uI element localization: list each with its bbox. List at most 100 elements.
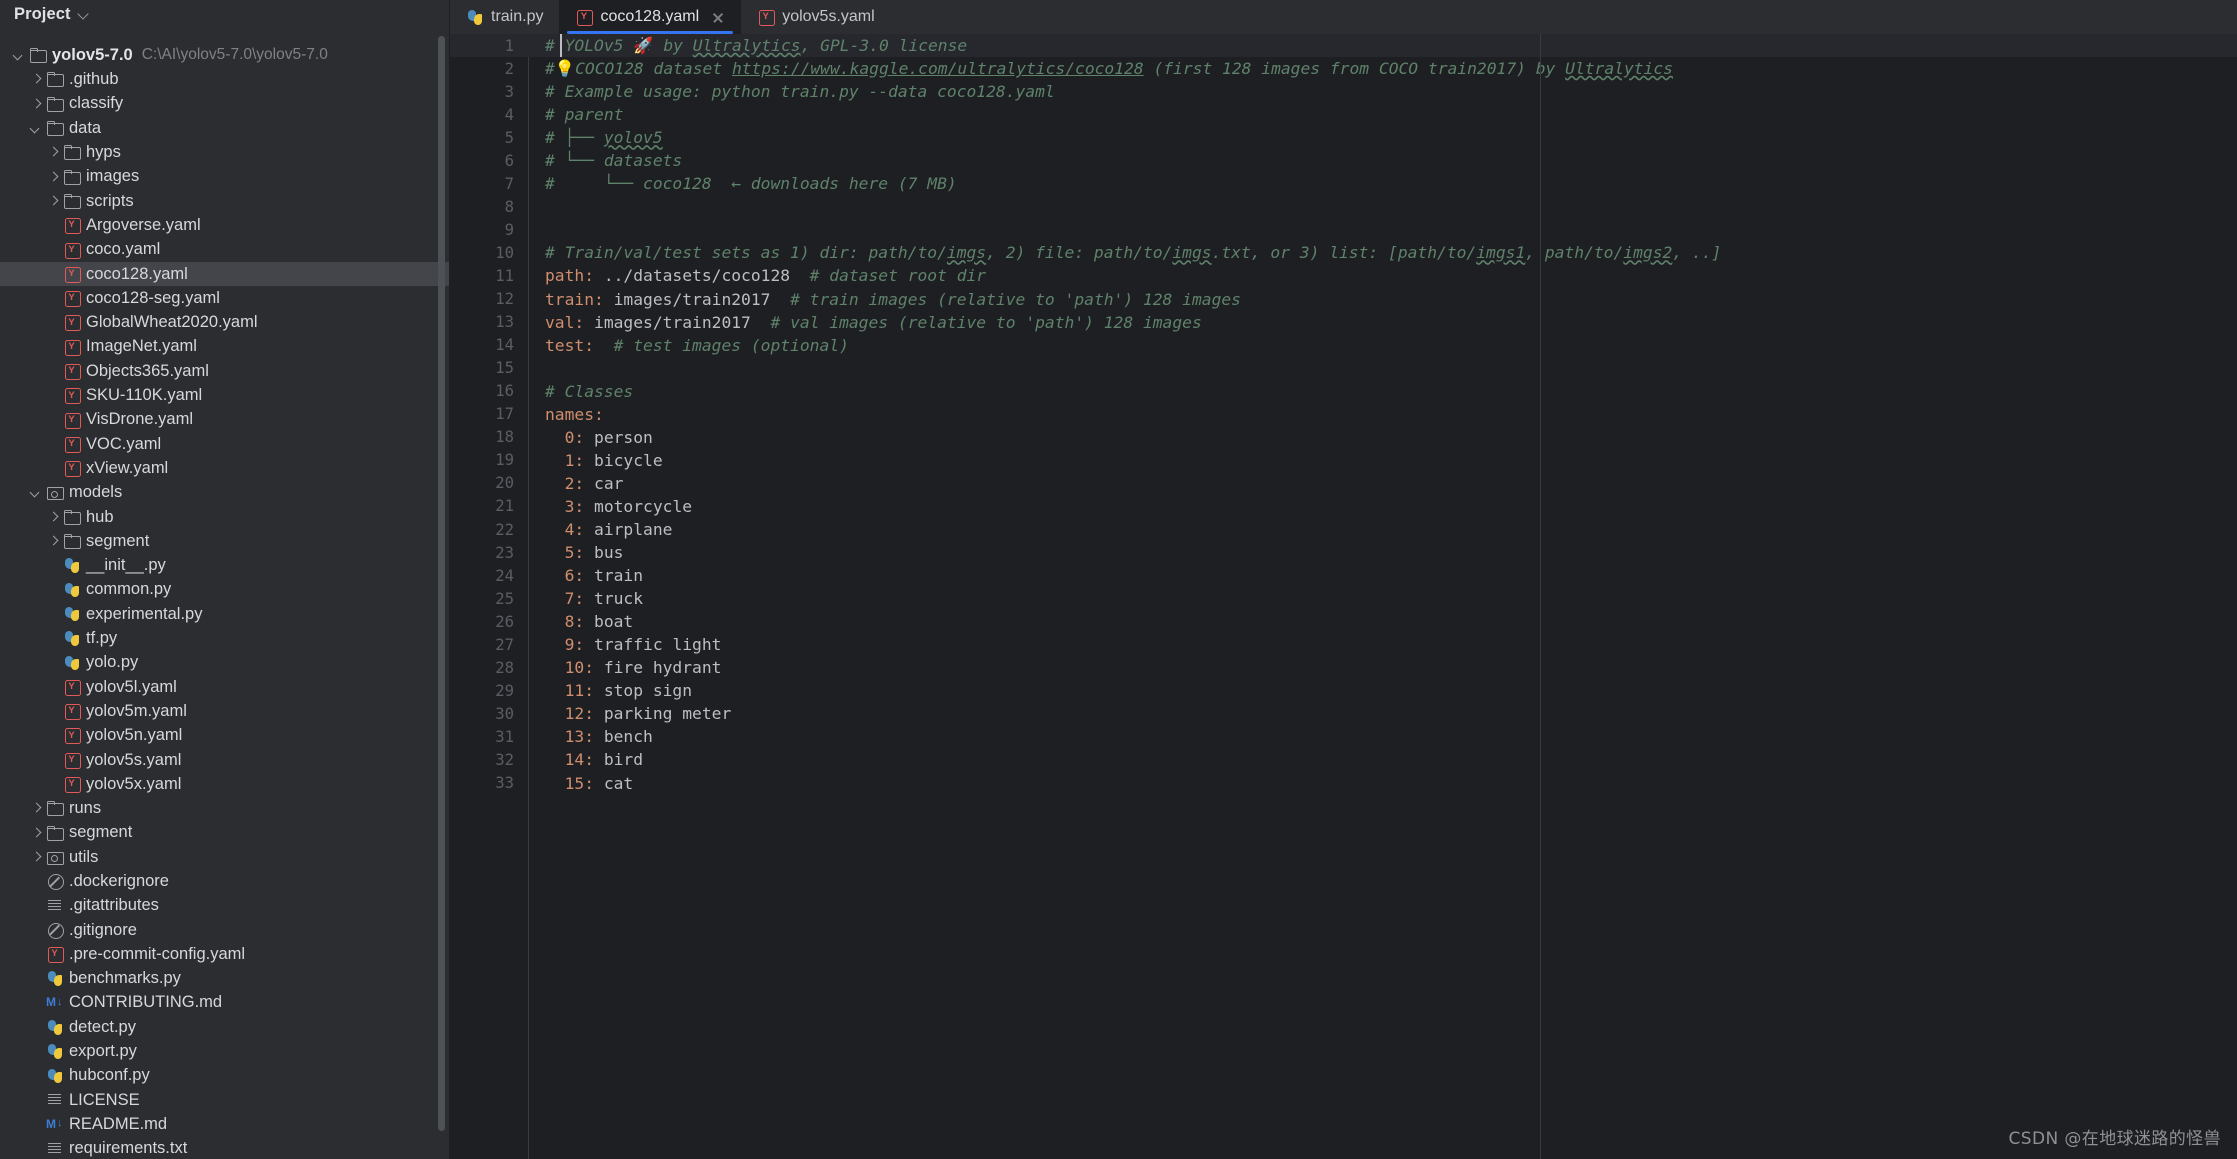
tree-row-coco128-yaml[interactable]: coco128.yaml [0, 261, 450, 286]
code-line[interactable]: 25 7: truck [450, 587, 2237, 610]
code-line[interactable]: 13 val: images/train2017 # val images (re… [450, 311, 2237, 334]
code-line[interactable]: 32 14: bird [450, 748, 2237, 771]
code-line[interactable]: 12 train: images/train2017 # train images… [450, 288, 2237, 311]
editor-scrollbar-strip[interactable] [2222, 68, 2237, 1159]
project-file-tree[interactable]: yolov5-7.0 C:\AI\yolov5-7.0\yolov5-7.0 .… [0, 43, 450, 1159]
code-line[interactable]: 27 9: traffic light [450, 633, 2237, 656]
tree-row-yolov5m-yaml[interactable]: yolov5m.yaml [0, 699, 450, 723]
code-line[interactable]: 7 # └── coco128 ← downloads here (7 MB) [450, 172, 2237, 195]
chevron-right-icon[interactable] [46, 535, 59, 548]
code-line[interactable]: 6 # └── datasets [450, 149, 2237, 172]
tree-row-segment[interactable]: segment [0, 821, 450, 845]
project-panel-header[interactable]: Project [0, 0, 450, 28]
code-line[interactable]: 26 8: boat [450, 610, 2237, 633]
code-line[interactable]: 23 5: bus [450, 541, 2237, 564]
code-line[interactable]: 2 #💡COCO128 dataset https://www.kaggle.co… [450, 57, 2237, 80]
tree-row-detect-py[interactable]: detect.py [0, 1015, 450, 1039]
tree-row-hyps[interactable]: hyps [0, 140, 450, 164]
tree-row-init-py[interactable]: __init__.py [0, 553, 450, 577]
tree-row-coco128-seg-yaml[interactable]: coco128-seg.yaml [0, 286, 450, 310]
tree-row-objects365-yaml[interactable]: Objects365.yaml [0, 359, 450, 383]
code-line[interactable]: 11 path: ../datasets/coco128 # dataset ro… [450, 264, 2237, 287]
code-line[interactable]: 15 [450, 357, 2237, 380]
chevron-right-icon[interactable] [29, 97, 42, 110]
tree-row-license[interactable]: LICENSE [0, 1088, 450, 1112]
tree-row-scripts[interactable]: scripts [0, 189, 450, 213]
tree-row-argoverse-yaml[interactable]: Argoverse.yaml [0, 213, 450, 237]
chevron-right-icon[interactable] [29, 850, 42, 863]
chevron-right-icon[interactable] [46, 510, 59, 523]
tree-row-data[interactable]: data [0, 116, 450, 140]
tree-row-models[interactable]: models [0, 480, 450, 504]
tree-row-yolo-py[interactable]: yolo.py [0, 650, 450, 674]
close-icon[interactable] [711, 10, 725, 24]
tree-row-common-py[interactable]: common.py [0, 578, 450, 602]
tree-row-contributing-md[interactable]: CONTRIBUTING.md [0, 991, 450, 1015]
code-line[interactable]: 20 2: car [450, 472, 2237, 495]
chevron-right-icon[interactable] [29, 73, 42, 86]
chevron-right-icon[interactable] [29, 802, 42, 815]
code-line[interactable]: 24 6: train [450, 564, 2237, 587]
tree-row-yolov5l-yaml[interactable]: yolov5l.yaml [0, 675, 450, 699]
code-line[interactable]: 17 names: [450, 403, 2237, 426]
code-line[interactable]: 10 # Train/val/test sets as 1) dir: path/… [450, 241, 2237, 264]
code-line[interactable]: 5 # ├── yolov5 [450, 126, 2237, 149]
tree-row-pre-commit-config-yaml[interactable]: .pre-commit-config.yaml [0, 942, 450, 966]
code-line[interactable]: 21 3: motorcycle [450, 495, 2237, 518]
tree-row-readme-md[interactable]: README.md [0, 1112, 450, 1136]
chevron-right-icon[interactable] [29, 826, 42, 839]
code-line[interactable]: 28 10: fire hydrant [450, 656, 2237, 679]
tree-row-root[interactable]: yolov5-7.0 C:\AI\yolov5-7.0\yolov5-7.0 [0, 43, 450, 67]
code-line[interactable]: 30 12: parking meter [450, 702, 2237, 725]
tree-row-yolov5x-yaml[interactable]: yolov5x.yaml [0, 772, 450, 796]
code-line[interactable]: 22 4: airplane [450, 518, 2237, 541]
tree-row-voc-yaml[interactable]: VOC.yaml [0, 432, 450, 456]
chevron-down-icon[interactable] [29, 122, 42, 135]
chevron-down-icon[interactable] [29, 486, 42, 499]
code-line[interactable]: 16 # Classes [450, 380, 2237, 403]
editor-tab-yolov5s-yaml[interactable]: yolov5s.yaml [741, 0, 890, 34]
tree-row-hubconf-py[interactable]: hubconf.py [0, 1063, 450, 1087]
tree-row-tf-py[interactable]: tf.py [0, 626, 450, 650]
chevron-down-icon[interactable] [12, 49, 25, 62]
tree-row-visdrone-yaml[interactable]: VisDrone.yaml [0, 407, 450, 431]
tree-row-runs[interactable]: runs [0, 796, 450, 820]
tree-row-benchmarks-py[interactable]: benchmarks.py [0, 966, 450, 990]
code-line[interactable]: 9 [450, 218, 2237, 241]
tree-row-dockerignore[interactable]: .dockerignore [0, 869, 450, 893]
tree-row-coco-yaml[interactable]: coco.yaml [0, 237, 450, 261]
code-content[interactable]: 1 # YOLOv5 🚀 by Ultralytics, GPL-3.0 lice… [450, 34, 2237, 795]
code-line[interactable]: 14 test: # test images (optional) [450, 334, 2237, 357]
tree-row-sku-110k-yaml[interactable]: SKU-110K.yaml [0, 383, 450, 407]
tree-row-export-py[interactable]: export.py [0, 1039, 450, 1063]
chevron-right-icon[interactable] [46, 194, 59, 207]
chevron-right-icon[interactable] [46, 146, 59, 159]
code-line[interactable]: 33 15: cat [450, 772, 2237, 795]
tree-row-github[interactable]: .github [0, 67, 450, 91]
tree-row-xview-yaml[interactable]: xView.yaml [0, 456, 450, 480]
code-line[interactable]: 4 # parent [450, 103, 2237, 126]
tree-row-hub[interactable]: hub [0, 505, 450, 529]
tree-row-imagenet-yaml[interactable]: ImageNet.yaml [0, 335, 450, 359]
editor-tab-coco128-yaml[interactable]: coco128.yaml [559, 0, 742, 34]
editor-tab-train-py[interactable]: train.py [450, 0, 559, 34]
tree-row-images[interactable]: images [0, 164, 450, 188]
tree-row-gitignore[interactable]: .gitignore [0, 918, 450, 942]
tree-row-experimental-py[interactable]: experimental.py [0, 602, 450, 626]
code-line[interactable]: 1 # YOLOv5 🚀 by Ultralytics, GPL-3.0 lice… [450, 34, 2237, 58]
code-line[interactable]: 18 0: person [450, 426, 2237, 449]
tree-row-yolov5n-yaml[interactable]: yolov5n.yaml [0, 723, 450, 747]
chevron-right-icon[interactable] [46, 170, 59, 183]
chevron-down-icon[interactable] [78, 9, 89, 20]
tree-row-globalwheat2020-yaml[interactable]: GlobalWheat2020.yaml [0, 310, 450, 334]
code-line[interactable]: 3 # Example usage: python train.py --data… [450, 80, 2237, 103]
code-line[interactable]: 29 11: stop sign [450, 679, 2237, 702]
code-editor[interactable]: 1 # YOLOv5 🚀 by Ultralytics, GPL-3.0 lice… [450, 34, 2237, 1159]
code-line[interactable]: 19 1: bicycle [450, 449, 2237, 472]
code-line[interactable]: 8 [450, 195, 2237, 218]
code-line[interactable]: 31 13: bench [450, 725, 2237, 748]
sidebar-scrollbar-thumb[interactable] [438, 36, 445, 1131]
tree-row-yolov5s-yaml[interactable]: yolov5s.yaml [0, 748, 450, 772]
tree-row-classify[interactable]: classify [0, 92, 450, 116]
tree-row-utils[interactable]: utils [0, 845, 450, 869]
